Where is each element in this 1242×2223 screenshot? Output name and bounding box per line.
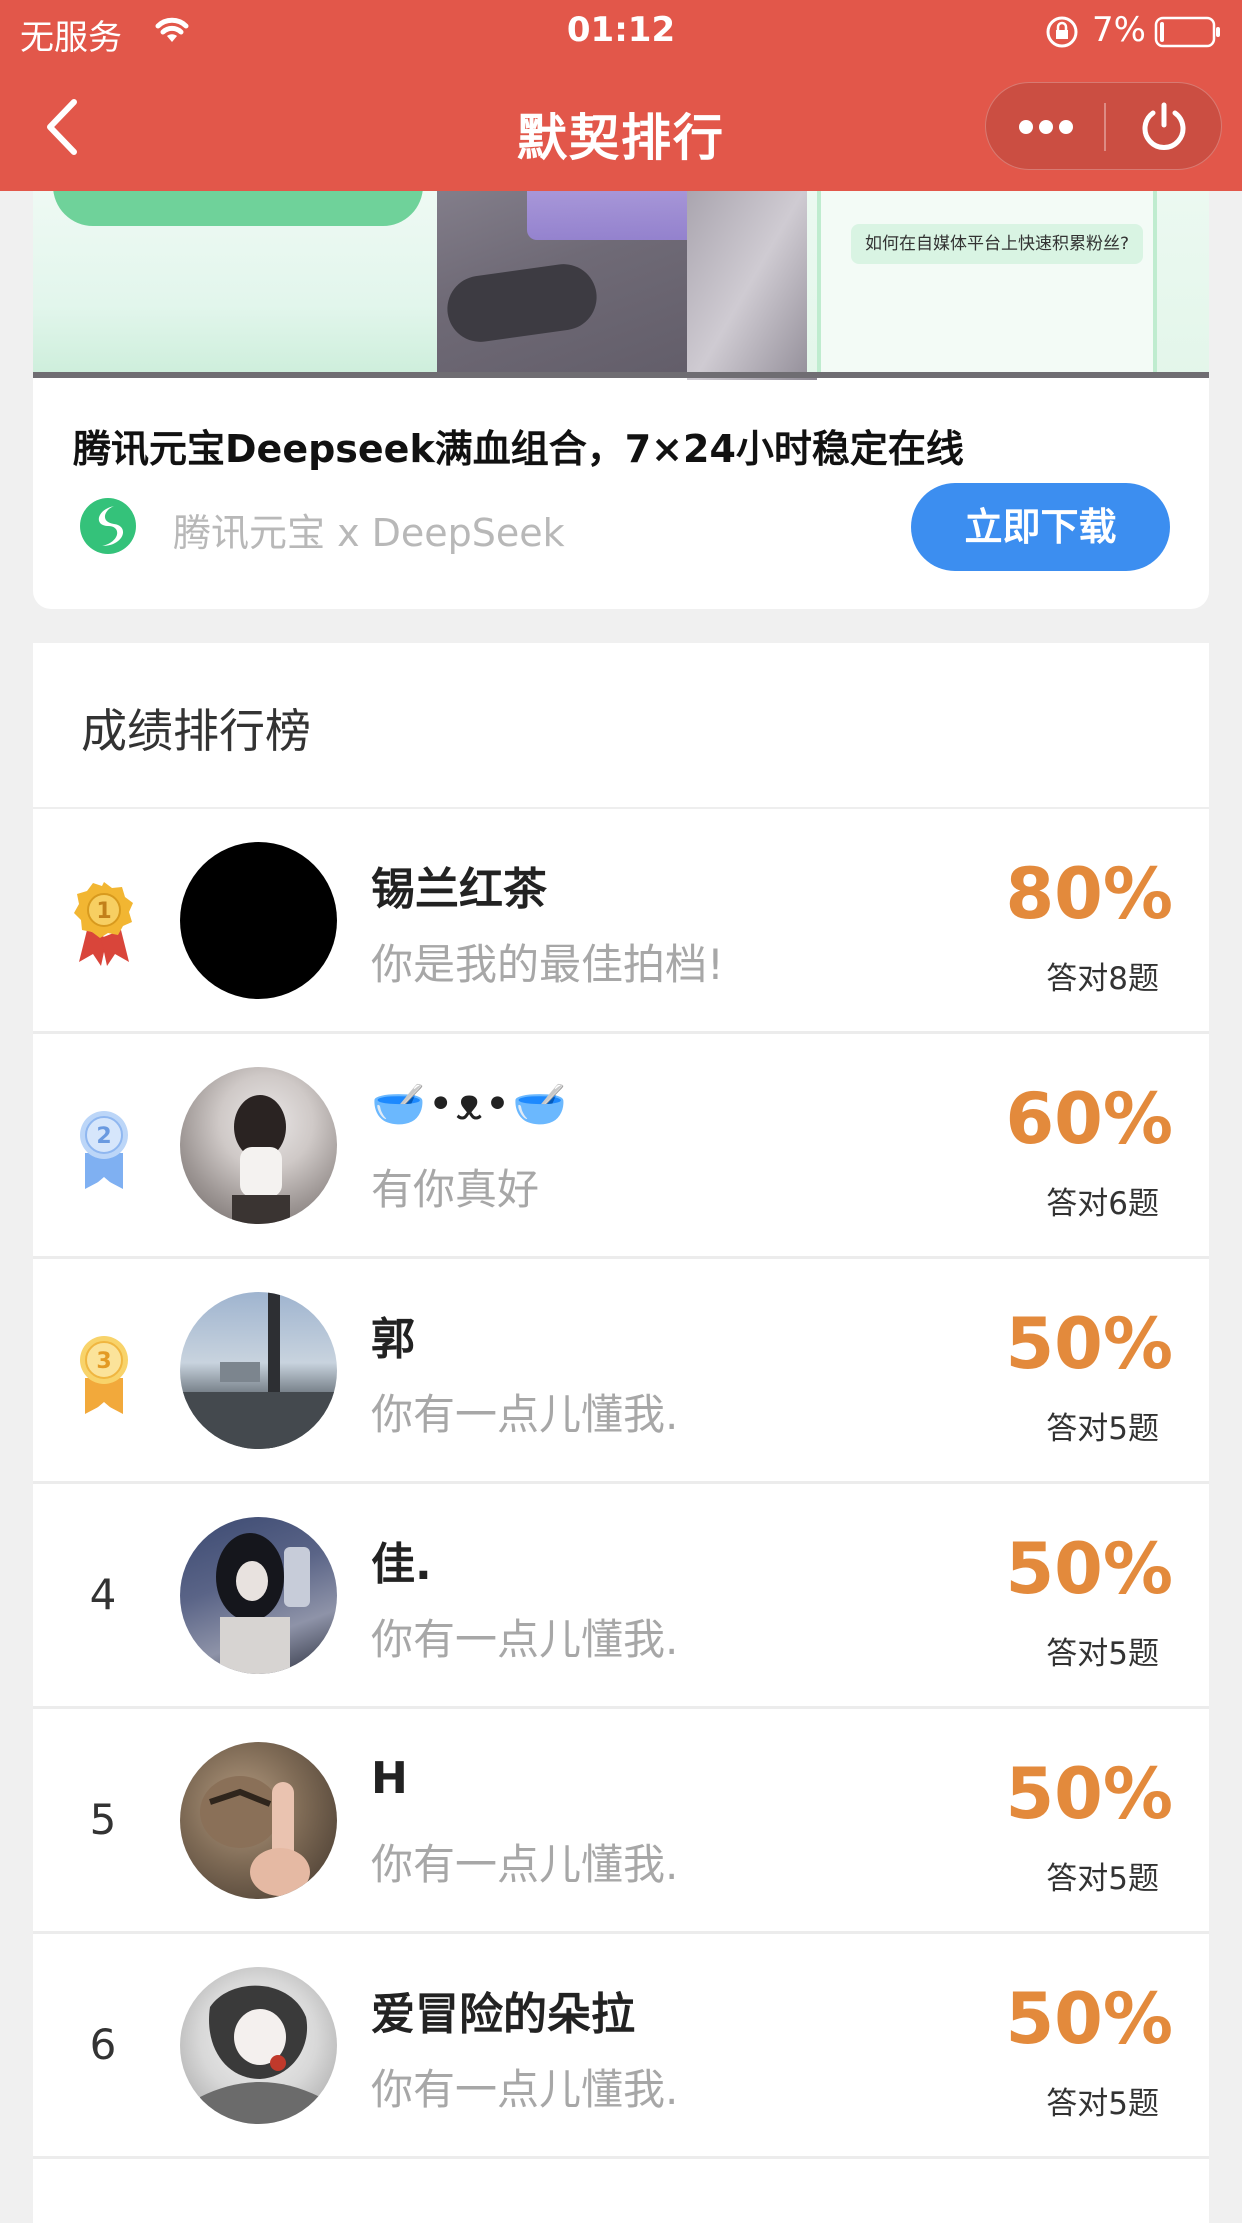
rotation-lock-icon bbox=[1046, 16, 1078, 48]
ad-banner-chip: 如何在自媒体平台上快速积累粉丝? bbox=[851, 224, 1144, 264]
score-percent: 50% bbox=[1005, 1303, 1173, 1385]
ad-banner-bottom-bar bbox=[33, 372, 1209, 378]
player-comment: 你有一点儿懂我. bbox=[371, 1390, 679, 1439]
status-bar: 无服务 01:12 7% bbox=[0, 0, 1242, 62]
player-name: 🥣•ᴥ•🥣 bbox=[371, 1079, 570, 1130]
svg-text:3: 3 bbox=[96, 1349, 111, 1374]
download-button[interactable]: 立即下载 bbox=[911, 483, 1170, 571]
correct-count: 答对6题 bbox=[1046, 1186, 1159, 1222]
close-mini-program-button[interactable] bbox=[1106, 83, 1223, 171]
player-comment: 你有一点儿懂我. bbox=[371, 1615, 679, 1664]
battery-icon bbox=[1154, 16, 1220, 48]
leaderboard-row[interactable]: 1 锡兰红茶 你是我的最佳拍档! 80% 答对8题 bbox=[33, 809, 1209, 1034]
score-percent: 50% bbox=[1005, 1528, 1173, 1610]
player-comment: 有你真好 bbox=[371, 1165, 540, 1214]
yuanbao-logo-icon bbox=[80, 498, 136, 554]
avatar-photo bbox=[200, 1776, 310, 1896]
correct-count: 答对5题 bbox=[1046, 1411, 1159, 1447]
avatar-photo bbox=[180, 1292, 337, 1449]
leaderboard-title: 成绩排行榜 bbox=[81, 704, 311, 758]
leaderboard-row[interactable]: 4 佳. 你有一点儿懂我. 50% 答对5题 bbox=[33, 1484, 1209, 1709]
rank-number: 5 bbox=[89, 1795, 117, 1844]
leaderboard: 成绩排行榜 1 锡兰红茶 你是我的最佳拍档! 80% 答对8题 2 🥣•ᴥ•🥣 … bbox=[33, 643, 1209, 2223]
mini-program-capsule bbox=[985, 82, 1222, 170]
player-comment: 你是我的最佳拍档! bbox=[371, 940, 724, 989]
more-button[interactable] bbox=[986, 83, 1104, 171]
bronze-medal-icon: 3 bbox=[80, 1336, 128, 1414]
more-dots-icon bbox=[1019, 120, 1073, 134]
score-percent: 80% bbox=[1005, 853, 1173, 935]
player-name: 锡兰红茶 bbox=[371, 864, 547, 915]
player-name: 佳. bbox=[371, 1539, 432, 1590]
battery-percent: 7% bbox=[1092, 10, 1146, 50]
app-header: 无服务 01:12 7% 默契排行 bbox=[0, 0, 1242, 191]
power-icon bbox=[1142, 102, 1186, 150]
avatar[interactable] bbox=[180, 1067, 337, 1224]
player-comment: 你有一点儿懂我. bbox=[371, 2065, 679, 2114]
avatar-photo bbox=[200, 1985, 320, 2124]
correct-count: 答对8题 bbox=[1046, 961, 1159, 997]
score-percent: 50% bbox=[1005, 1978, 1173, 2060]
leaderboard-row[interactable]: 6 爱冒险的朵拉 你有一点儿懂我. 50% 答对5题 bbox=[33, 1934, 1209, 2159]
fabric-image bbox=[687, 180, 817, 380]
ad-card[interactable]: 如何在自媒体平台上快速积累粉丝? 腾讯元宝Deepseek满血组合，7×24小时… bbox=[33, 140, 1209, 609]
svg-text:1: 1 bbox=[96, 899, 111, 924]
rank-number: 6 bbox=[89, 2020, 117, 2069]
correct-count: 答对5题 bbox=[1046, 1861, 1159, 1897]
avatar-photo bbox=[216, 1533, 310, 1674]
player-comment: 你有一点儿懂我. bbox=[371, 1840, 679, 1889]
correct-count: 答对5题 bbox=[1046, 1636, 1159, 1672]
ad-title[interactable]: 腾讯元宝Deepseek满血组合，7×24小时稳定在线 bbox=[73, 418, 964, 473]
correct-count: 答对5题 bbox=[1046, 2086, 1159, 2122]
avatar[interactable] bbox=[180, 1742, 337, 1899]
svg-text:2: 2 bbox=[96, 1124, 111, 1149]
score-percent: 60% bbox=[1005, 1078, 1173, 1160]
player-name: 爱冒险的朵拉 bbox=[371, 1989, 635, 2040]
rank-number: 4 bbox=[89, 1570, 117, 1619]
ad-brand: 腾讯元宝 x DeepSeek bbox=[173, 511, 565, 555]
nav-bar: 默契排行 bbox=[0, 62, 1242, 191]
gold-medal-icon: 1 bbox=[74, 882, 133, 966]
leaderboard-row[interactable]: 5 H 你有一点儿懂我. 50% 答对5题 bbox=[33, 1709, 1209, 1934]
player-name: 郭 bbox=[371, 1314, 415, 1365]
avatar[interactable] bbox=[180, 842, 337, 999]
leaderboard-row[interactable]: 2 🥣•ᴥ•🥣 有你真好 60% 答对6题 bbox=[33, 1034, 1209, 1259]
player-name: H bbox=[371, 1753, 408, 1804]
silver-medal-icon: 2 bbox=[80, 1111, 128, 1189]
avatar[interactable] bbox=[180, 1292, 337, 1449]
avatar[interactable] bbox=[180, 1967, 337, 2124]
mouse-image bbox=[443, 259, 601, 347]
avatar[interactable] bbox=[180, 1517, 337, 1674]
leaderboard-row[interactable]: 3 郭 你有一点儿懂我. 50% 答对5题 bbox=[33, 1259, 1209, 1484]
score-percent: 50% bbox=[1005, 1753, 1173, 1835]
row-divider bbox=[33, 2156, 1209, 2159]
avatar-photo bbox=[232, 1095, 290, 1224]
